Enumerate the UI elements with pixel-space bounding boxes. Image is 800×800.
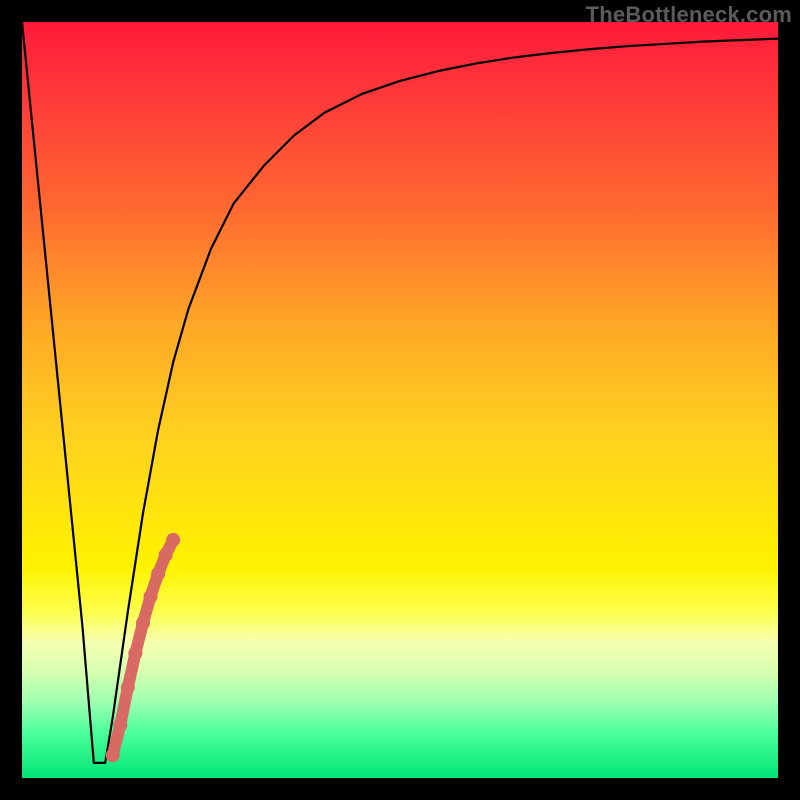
plot-area — [22, 22, 778, 778]
highlight-segment — [106, 533, 180, 762]
chart-container: TheBottleneck.com — [0, 0, 800, 800]
chart-svg — [22, 22, 778, 778]
